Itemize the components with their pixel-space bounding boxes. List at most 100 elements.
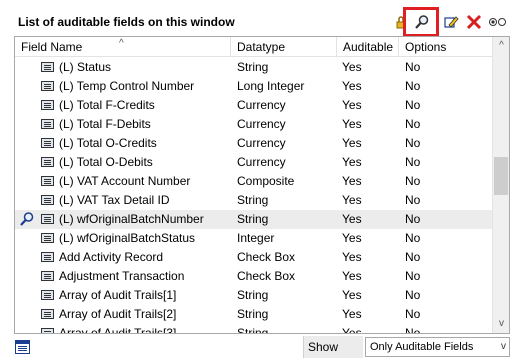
- field-icon: [41, 290, 54, 300]
- column-header-auditable[interactable]: Auditable: [337, 37, 399, 57]
- field-name-cell: (L) Temp Control Number: [41, 77, 235, 96]
- field-name-cell: (L) VAT Account Number: [41, 172, 235, 191]
- field-icon: [41, 195, 54, 205]
- field-icon: [41, 214, 54, 224]
- field-name-text: Array of Audit Trails[1]: [59, 288, 177, 302]
- field-name-text: Adjustment Transaction: [59, 269, 185, 283]
- auditable-cell: Yes: [342, 174, 362, 188]
- datatype-cell: String: [237, 212, 269, 226]
- column-label: Datatype: [237, 40, 286, 54]
- table-row[interactable]: (L) Total O-Credits Currency Yes No: [15, 134, 492, 153]
- options-cell: No: [405, 288, 421, 302]
- options-cell: No: [405, 326, 421, 334]
- field-icon: [41, 271, 54, 281]
- field-icon: [41, 176, 54, 186]
- table-row[interactable]: (L) Total O-Debits Currency Yes No: [15, 153, 492, 172]
- auditable-cell: Yes: [342, 117, 362, 131]
- field-name-text: (L) Temp Control Number: [59, 79, 195, 93]
- scroll-up-icon[interactable]: ^: [493, 37, 509, 54]
- auditable-cell: Yes: [342, 269, 362, 283]
- field-icon: [41, 62, 54, 72]
- search-icon: [20, 212, 34, 226]
- options-icon[interactable]: [488, 14, 508, 30]
- datatype-cell: Currency: [237, 98, 286, 112]
- auditable-cell: Yes: [342, 79, 362, 93]
- field-name-text: (L) Total O-Debits: [59, 155, 153, 169]
- scrollbar-thumb[interactable]: [494, 157, 508, 195]
- column-label: Auditable: [343, 40, 394, 54]
- table-row[interactable]: (L) Status String Yes No: [15, 58, 492, 77]
- auditable-cell: Yes: [342, 155, 362, 169]
- datatype-cell: Currency: [237, 136, 286, 150]
- title-bar: List of auditable fields on this window: [0, 0, 520, 37]
- table-row[interactable]: (L) Total F-Credits Currency Yes No: [15, 96, 492, 115]
- search-highlight-box: [403, 7, 439, 37]
- vertical-scrollbar[interactable]: ^ v: [492, 37, 509, 333]
- auditable-cell: Yes: [342, 60, 362, 74]
- datatype-cell: Composite: [237, 174, 295, 188]
- column-label: Options: [405, 40, 447, 54]
- auditable-cell: Yes: [342, 307, 362, 321]
- field-icon: [41, 252, 54, 262]
- options-cell: No: [405, 79, 421, 93]
- datatype-cell: Check Box: [237, 250, 296, 264]
- datatype-cell: String: [237, 326, 269, 334]
- options-cell: No: [405, 174, 421, 188]
- options-cell: No: [405, 155, 421, 169]
- show-filter-dropdown[interactable]: Only Auditable Fields v: [365, 337, 510, 357]
- show-filter-value: Only Auditable Fields: [370, 341, 474, 353]
- options-cell: No: [405, 98, 421, 112]
- edit-icon[interactable]: [443, 14, 459, 30]
- field-icon: [41, 81, 54, 91]
- field-name-cell: Add Activity Record: [41, 248, 235, 267]
- table-row[interactable]: (L) VAT Account Number Composite Yes No: [15, 172, 492, 191]
- table-row[interactable]: Array of Audit Trails[2] String Yes No: [15, 305, 492, 324]
- auditable-cell: Yes: [342, 193, 362, 207]
- field-name-cell: (L) wfOriginalBatchStatus: [41, 229, 235, 248]
- options-cell: No: [405, 117, 421, 131]
- column-header-field-name[interactable]: Field Name ^: [15, 37, 231, 57]
- grid-header: Field Name ^ Datatype Auditable Options: [15, 37, 492, 57]
- table-row[interactable]: Array of Audit Trails[3] String Yes No: [15, 324, 492, 334]
- table-row[interactable]: (L) VAT Tax Detail ID String Yes No: [15, 191, 492, 210]
- datatype-cell: Currency: [237, 117, 286, 131]
- table-row[interactable]: Adjustment Transaction Check Box Yes No: [15, 267, 492, 286]
- grid-rows: (L) Status String Yes No (L) Temp Control Nu…: [15, 58, 492, 334]
- table-row[interactable]: (L) Total F-Debits Currency Yes No: [15, 115, 492, 134]
- auditable-cell: Yes: [342, 212, 362, 226]
- field-icon: [41, 233, 54, 243]
- field-name-cell: (L) Total O-Credits: [41, 134, 235, 153]
- datatype-cell: String: [237, 307, 269, 321]
- field-name-cell: (L) Total O-Debits: [41, 153, 235, 172]
- datatype-cell: Integer: [237, 231, 275, 245]
- field-icon: [41, 157, 54, 167]
- table-row[interactable]: Add Activity Record Check Box Yes No: [15, 248, 492, 267]
- field-name-text: (L) Status: [59, 60, 112, 74]
- column-header-options[interactable]: Options: [399, 37, 492, 57]
- datatype-cell: Currency: [237, 155, 286, 169]
- field-icon: [41, 100, 54, 110]
- field-icon: [41, 138, 54, 148]
- options-cell: No: [405, 231, 421, 245]
- field-name-cell: Adjustment Transaction: [41, 267, 235, 286]
- delete-icon[interactable]: [466, 14, 482, 30]
- bottom-bar: Show Only Auditable Fields v: [0, 336, 520, 364]
- table-row[interactable]: (L) Temp Control Number Long Integer Yes No: [15, 77, 492, 96]
- window-note-icon[interactable]: [15, 340, 30, 354]
- options-cell: No: [405, 136, 421, 150]
- chevron-down-icon: v: [501, 341, 506, 352]
- field-name-text: Add Activity Record: [59, 250, 164, 264]
- field-name-text: Array of Audit Trails[3]: [59, 326, 177, 334]
- scroll-down-icon[interactable]: v: [493, 315, 509, 332]
- auditable-cell: Yes: [342, 288, 362, 302]
- auditable-cell: Yes: [342, 250, 362, 264]
- fields-grid: Field Name ^ Datatype Auditable Options …: [14, 36, 510, 334]
- table-row[interactable]: Array of Audit Trails[1] String Yes No: [15, 286, 492, 305]
- table-row[interactable]: (L) wfOriginalBatchNumber String Yes No: [15, 210, 492, 229]
- column-header-datatype[interactable]: Datatype: [231, 37, 337, 57]
- table-row[interactable]: (L) wfOriginalBatchStatus Integer Yes No: [15, 229, 492, 248]
- field-name-text: Array of Audit Trails[2]: [59, 307, 177, 321]
- field-name-cell: Array of Audit Trails[3]: [41, 324, 235, 334]
- field-icon: [41, 309, 54, 319]
- field-name-text: (L) Total F-Credits: [59, 98, 155, 112]
